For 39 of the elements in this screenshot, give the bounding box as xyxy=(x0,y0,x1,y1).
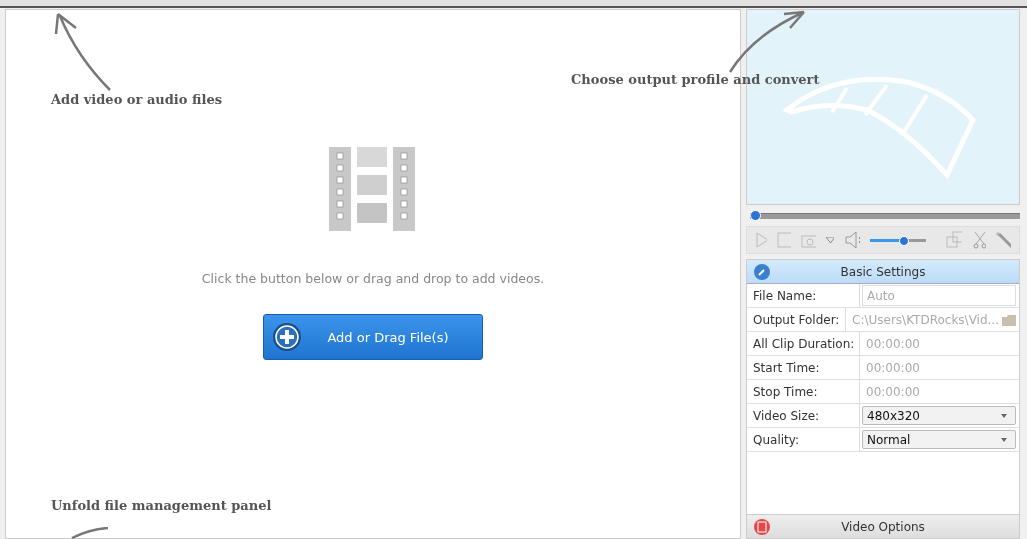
speaker-icon[interactable] xyxy=(844,231,860,249)
drop-hint: Click the button below or drag and drop to add videos. xyxy=(201,271,545,286)
magic-wand-icon[interactable] xyxy=(995,231,1011,249)
time-field[interactable]: 00:00:00 xyxy=(862,384,1016,399)
caret-icon xyxy=(1001,413,1007,418)
folder-icon[interactable] xyxy=(1002,313,1016,326)
file-name-field[interactable]: Auto xyxy=(862,285,1016,306)
add-files-button[interactable]: Add or Drag File(s) xyxy=(263,314,483,360)
camera-icon[interactable] xyxy=(800,232,817,248)
caret-icon xyxy=(1001,437,1007,442)
caret-icon[interactable] xyxy=(826,237,835,243)
setting-label: Output Folder: xyxy=(747,308,847,331)
settings-title: Basic Settings xyxy=(840,264,926,279)
setting-label: Quality: xyxy=(747,428,860,451)
dropdown[interactable]: 480x320 xyxy=(862,406,1016,425)
settings-header[interactable]: Basic Settings xyxy=(747,260,1019,284)
dropdown[interactable]: Normal xyxy=(862,430,1016,449)
annotation-text: Add video or audio files xyxy=(51,92,222,107)
seek-thumb[interactable] xyxy=(750,210,761,221)
seek-bar[interactable] xyxy=(750,210,1020,221)
stop-icon[interactable] xyxy=(777,232,791,248)
setting-label: All Clip Duration: xyxy=(747,332,860,355)
setting-label: Video Size: xyxy=(747,404,860,427)
output-folder-field[interactable]: C:\Users\KTDRocks\Vid... xyxy=(848,312,999,327)
plus-icon xyxy=(272,322,302,352)
play-icon[interactable] xyxy=(755,232,768,248)
annotation-text: Choose output profile and convert xyxy=(571,72,820,87)
video-options-title: Video Options xyxy=(841,519,925,534)
copy-icon[interactable] xyxy=(946,231,962,249)
time-field[interactable]: 00:00:00 xyxy=(862,336,1016,351)
setting-label: Stop Time: xyxy=(747,380,860,403)
scissors-icon[interactable] xyxy=(971,231,986,249)
volume-thumb[interactable] xyxy=(898,235,909,246)
time-field[interactable]: 00:00:00 xyxy=(862,360,1016,375)
film-icon xyxy=(754,518,770,535)
annotation-text: Unfold file management panel xyxy=(51,498,272,513)
video-options-header[interactable]: Video Options xyxy=(747,514,1019,538)
setting-label: Start Time: xyxy=(747,356,860,379)
setting-label: File Name: xyxy=(747,284,860,307)
